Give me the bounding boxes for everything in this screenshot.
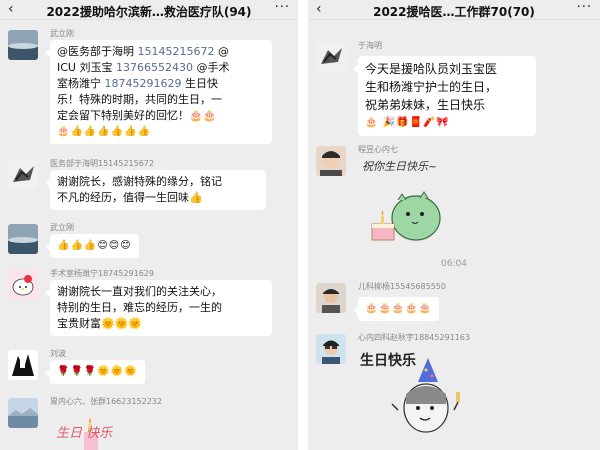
avatar[interactable] bbox=[8, 160, 38, 190]
avatar[interactable] bbox=[316, 283, 346, 313]
more-icon[interactable]: ··· bbox=[275, 0, 290, 15]
right-chat-panel: ‹ 2022援哈医…工作群70(70) ··· 于海明 今天是援哈队员刘玉宝医 … bbox=[308, 0, 600, 450]
sticker-text: 生日 快乐 bbox=[56, 426, 113, 441]
message-text: @手术 bbox=[192, 61, 230, 74]
message-text: 谢谢院长一直对我们的关注关心， bbox=[57, 285, 222, 298]
avatar[interactable] bbox=[316, 146, 346, 176]
message-text: 不凡的经历，值得一生回味👍 bbox=[57, 191, 203, 204]
chat-title: 2022援哈医…工作群70(70) bbox=[373, 5, 535, 19]
emoji-row: 🌹🌹🌹🌞🌞🌞 bbox=[57, 366, 138, 377]
avatar[interactable] bbox=[316, 42, 346, 72]
avatar[interactable] bbox=[8, 270, 38, 300]
sender-name: 刘波 bbox=[50, 349, 66, 358]
message-text: @医务部于海明 bbox=[57, 45, 138, 58]
message-text: 宝贵财富🌞🌞🌞 bbox=[57, 317, 143, 330]
message-bubble[interactable]: 今天是援哈队员刘玉宝医 生和杨潍宁护士的生日， 祝弟弟妹妹，生日快乐 🎂 🎉🎁🧧… bbox=[353, 56, 536, 136]
emoji-row: 🎂 🎉🎁🧧🧨🎀 bbox=[365, 117, 450, 128]
message-text: 特别的生日，难忘的经历，一生的 bbox=[57, 301, 222, 314]
sender-name: 武立刚 bbox=[50, 223, 74, 232]
sticker[interactable]: 生日快乐 bbox=[358, 348, 468, 448]
sender-name: 心内四科赵秋宇18845291163 bbox=[358, 333, 470, 342]
emoji-row: 👍👍👍😊😊😊 bbox=[57, 240, 132, 251]
message-text: 生日快 bbox=[181, 77, 218, 90]
avatar[interactable] bbox=[316, 334, 346, 364]
emoji-row: 🎂👍👍👍👍👍👍 bbox=[57, 126, 152, 137]
sender-name: 武立刚 bbox=[50, 29, 74, 38]
message-text: 生和杨潍宁护士的生日， bbox=[365, 80, 498, 94]
more-icon[interactable]: ··· bbox=[577, 0, 592, 15]
chevron-left-icon[interactable]: ‹ bbox=[8, 1, 14, 17]
message-bubble[interactable]: 谢谢院长，感谢特殊的缘分，铭记 不凡的经历，值得一生回味👍 bbox=[45, 170, 266, 210]
phone-link[interactable]: 18745291629 bbox=[105, 77, 182, 90]
sender-name: 胃内心六、张群16623152232 bbox=[50, 397, 162, 406]
left-chat-panel: ‹ 2022援助哈尔滨新…救治医疗队(94) ··· 武立刚 @医务部于海明 1… bbox=[0, 0, 298, 450]
message-text: @ bbox=[214, 45, 229, 58]
avatar[interactable] bbox=[8, 224, 38, 254]
phone-link[interactable]: 13766552430 bbox=[116, 61, 193, 74]
sender-name: 于海明 bbox=[358, 41, 382, 50]
message-bubble[interactable]: 谢谢院长一直对我们的关注关心， 特别的生日，难忘的经历，一生的 宝贵财富🌞🌞🌞 bbox=[45, 280, 272, 336]
chat-header: ‹ 2022援助哈尔滨新…救治医疗队(94) ··· bbox=[0, 0, 298, 20]
message-bubble[interactable]: 🌹🌹🌹🌞🌞🌞 bbox=[45, 360, 145, 384]
avatar[interactable] bbox=[8, 398, 38, 428]
message-text: 祝弟弟妹妹，生日快乐 bbox=[365, 98, 486, 112]
sender-name: 程昱心内七 bbox=[358, 145, 398, 154]
message-text: 定会留下特别美好的回忆！🎂🎂 bbox=[57, 109, 217, 122]
message-text: 室杨潍宁 bbox=[57, 77, 105, 90]
chevron-left-icon[interactable]: ‹ bbox=[316, 1, 322, 17]
phone-link[interactable]: 15145215672 bbox=[138, 45, 215, 58]
message-text: 今天是援哈队员刘玉宝医 bbox=[365, 62, 498, 76]
sender-name: 儿科柳杨15545685550 bbox=[358, 282, 446, 291]
sender-name: 手术室杨潍宁18745291629 bbox=[50, 269, 154, 278]
emoji-row: 🎂🎂🎂🎂🎂 bbox=[365, 303, 433, 314]
message-text: 乐！特殊的时期，共同的生日，一 bbox=[57, 93, 222, 106]
message-bubble[interactable]: 👍👍👍😊😊😊 bbox=[45, 234, 139, 258]
timestamp: 06:04 bbox=[441, 259, 467, 269]
avatar[interactable] bbox=[8, 350, 38, 380]
sticker[interactable]: 祝你生日快乐~ bbox=[358, 158, 468, 250]
message-text: 谢谢院长，感谢特殊的缘分，铭记 bbox=[57, 175, 222, 188]
sender-name: 医务部于海明15145215672 bbox=[50, 159, 154, 168]
message-bubble[interactable]: 🎂🎂🎂🎂🎂 bbox=[352, 297, 440, 321]
message-bubble[interactable]: @医务部于海明 15145215672 @ ICU 刘玉宝 1376655243… bbox=[45, 40, 272, 144]
chat-title: 2022援助哈尔滨新…救治医疗队(94) bbox=[46, 5, 252, 19]
avatar[interactable] bbox=[8, 30, 38, 60]
message-text: ICU 刘玉宝 bbox=[57, 61, 116, 74]
sticker[interactable]: 生日 快乐 bbox=[50, 410, 150, 450]
chat-header: ‹ 2022援哈医…工作群70(70) ··· bbox=[308, 0, 600, 20]
